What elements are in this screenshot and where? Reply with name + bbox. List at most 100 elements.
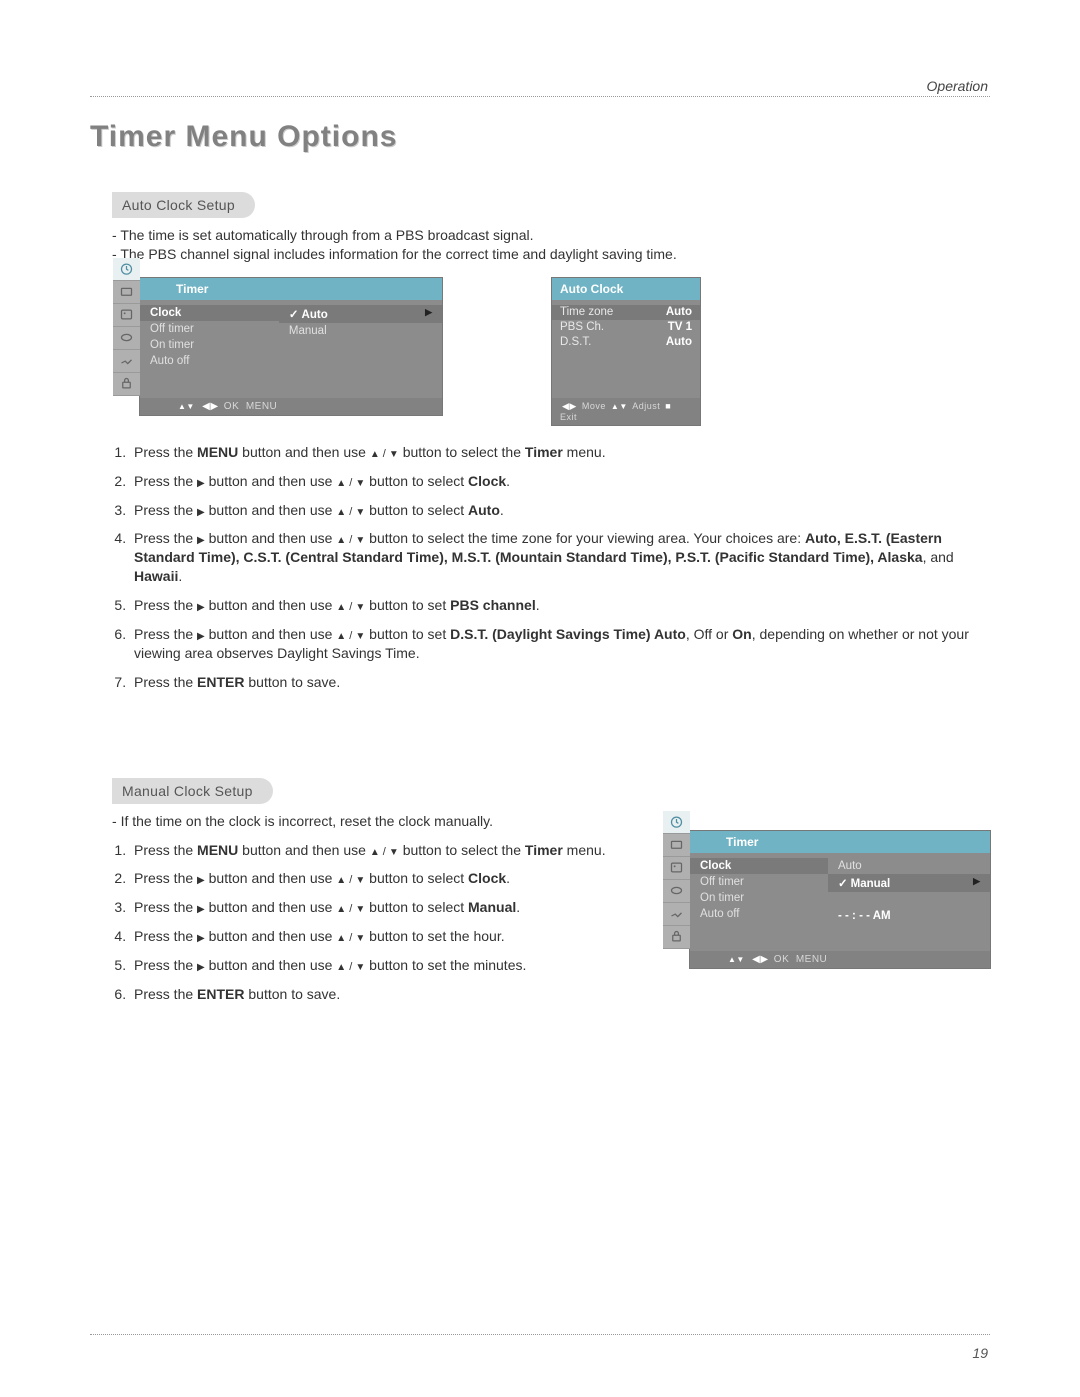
lock-icon: [113, 373, 140, 396]
page-number: 19: [972, 1345, 988, 1361]
sound-icon: [113, 327, 140, 350]
triangle-up-icon: [336, 530, 346, 546]
triangle-right-icon: [197, 530, 205, 546]
triangle-up-icon: [336, 928, 346, 944]
updown-icon: [611, 401, 628, 411]
triangle-right-icon: [197, 870, 205, 886]
text: Auto: [302, 309, 328, 321]
text: OK: [774, 954, 789, 965]
text: OK: [224, 401, 239, 412]
step: Press the button and then use button to …: [130, 501, 990, 520]
osd-title: Auto Clock: [552, 278, 700, 300]
auto-osd-row: Timer Clock Off timer On timer Auto off …: [140, 278, 990, 425]
osd-autoclock-menu: Auto Clock Time zone Auto PBS Ch. TV 1 D.S…: [552, 278, 700, 425]
osd-timer-menu: Timer Clock Off timer On timer Auto off …: [140, 278, 442, 415]
triangle-right-icon: [197, 502, 205, 518]
triangle-down-icon: [355, 928, 365, 944]
osd-timer-manual: Timer Clock Off timer On timer Auto off …: [690, 831, 990, 968]
triangle-up-icon: [336, 957, 346, 973]
clock-icon: [663, 811, 690, 834]
text: If the time on the clock is incorrect, r…: [121, 813, 493, 829]
label: PBS Ch.: [560, 321, 604, 333]
check-icon: ✓: [289, 309, 299, 321]
setup-icon: [663, 903, 690, 926]
step: Press the button and then use button to …: [130, 472, 990, 491]
text: The PBS channel signal includes informat…: [120, 246, 676, 262]
step: Press the button and then use button to …: [130, 869, 672, 888]
menu-item: Clock: [140, 305, 279, 321]
menu-value: Manual: [289, 323, 432, 339]
top-rule: [90, 96, 990, 97]
triangle-down-icon: [355, 870, 365, 886]
chevron-right-icon: ▶: [425, 307, 432, 318]
osd-left-col: Clock Off timer On timer Auto off: [690, 853, 828, 951]
triangle-down-icon: [355, 502, 365, 518]
clock-icon: [113, 258, 140, 281]
auto-intro-1: - The time is set automatically through …: [112, 226, 990, 245]
osd-icon-strip: [113, 258, 140, 396]
text: Manual: [851, 878, 891, 890]
text: The time is set automatically through fr…: [120, 227, 533, 243]
osd-title: Timer: [690, 831, 990, 853]
triangle-down-icon: [355, 473, 365, 489]
leftright-icon: ◀▶: [562, 401, 577, 411]
triangle-down-icon: [355, 899, 365, 915]
auto-intro-2: - The PBS channel signal includes inform…: [112, 245, 990, 264]
triangle-up-icon: [370, 444, 380, 460]
sound-icon: [663, 880, 690, 903]
step: Press the button and then use button to …: [130, 529, 990, 586]
triangle-down-icon: [355, 957, 365, 973]
triangle-up-icon: [336, 597, 346, 613]
picture-icon: [663, 857, 690, 880]
tv-icon: [663, 834, 690, 857]
text: Adjust: [632, 401, 660, 411]
kv-row: PBS Ch. TV 1: [560, 320, 692, 335]
menu-item: Clock: [690, 858, 828, 874]
step: Press the ENTER button to save.: [130, 985, 672, 1004]
triangle-up-icon: [336, 473, 346, 489]
text: Exit: [560, 412, 577, 422]
osd-right-col: Auto ✓Manual▶ - - : - - AM: [828, 853, 990, 951]
value: Auto: [666, 336, 692, 348]
triangle-down-icon: [355, 626, 365, 642]
triangle-right-icon: [197, 899, 205, 915]
triangle-right-icon: [197, 928, 205, 944]
triangle-up-icon: [370, 842, 380, 858]
value: TV 1: [668, 321, 692, 333]
kv-row: D.S.T.Auto: [560, 335, 692, 350]
label: Time zone: [560, 306, 613, 318]
section-header: Operation: [927, 78, 988, 94]
page-title: Timer Menu Options: [90, 120, 990, 154]
menu-item: Auto off: [700, 906, 818, 922]
menu-item: On timer: [150, 337, 269, 353]
triangle-up-icon: [336, 870, 346, 886]
updown-icon: [728, 954, 745, 965]
step: Press the MENU button and then use butto…: [130, 841, 672, 860]
menu-value: [838, 892, 980, 908]
triangle-down-icon: [355, 597, 365, 613]
osd-right-col: ✓Auto ▶ Manual: [279, 300, 442, 398]
osd-footer: ◀▶ OK MENU: [690, 951, 990, 968]
auto-steps: Press the MENU button and then use butto…: [112, 443, 990, 692]
osd-footer: ◀▶ Move Adjust Exit: [552, 398, 700, 425]
osd-title: Timer: [140, 278, 442, 300]
stop-icon: [665, 401, 671, 411]
osd-footer: ◀▶ OK MENU: [140, 398, 442, 415]
triangle-right-icon: [197, 957, 205, 973]
manual-intro-1: - If the time on the clock is incorrect,…: [112, 812, 990, 831]
triangle-up-icon: [336, 502, 346, 518]
menu-value: ✓Manual▶: [828, 874, 990, 892]
menu-value: - - : - - AM: [838, 908, 980, 924]
updown-icon: [178, 401, 195, 412]
triangle-up-icon: [336, 626, 346, 642]
text: Move: [582, 401, 606, 411]
manual-pill: Manual Clock Setup: [112, 778, 273, 804]
auto-pill: Auto Clock Setup: [112, 192, 255, 218]
menu-value: Auto: [838, 858, 980, 874]
setup-icon: [113, 350, 140, 373]
manual-steps: Press the MENU button and then use butto…: [112, 841, 672, 1014]
lock-icon: [663, 926, 690, 949]
step: Press the button and then use button to …: [130, 898, 672, 917]
triangle-up-icon: [336, 899, 346, 915]
step: Press the button and then use button to …: [130, 596, 990, 615]
